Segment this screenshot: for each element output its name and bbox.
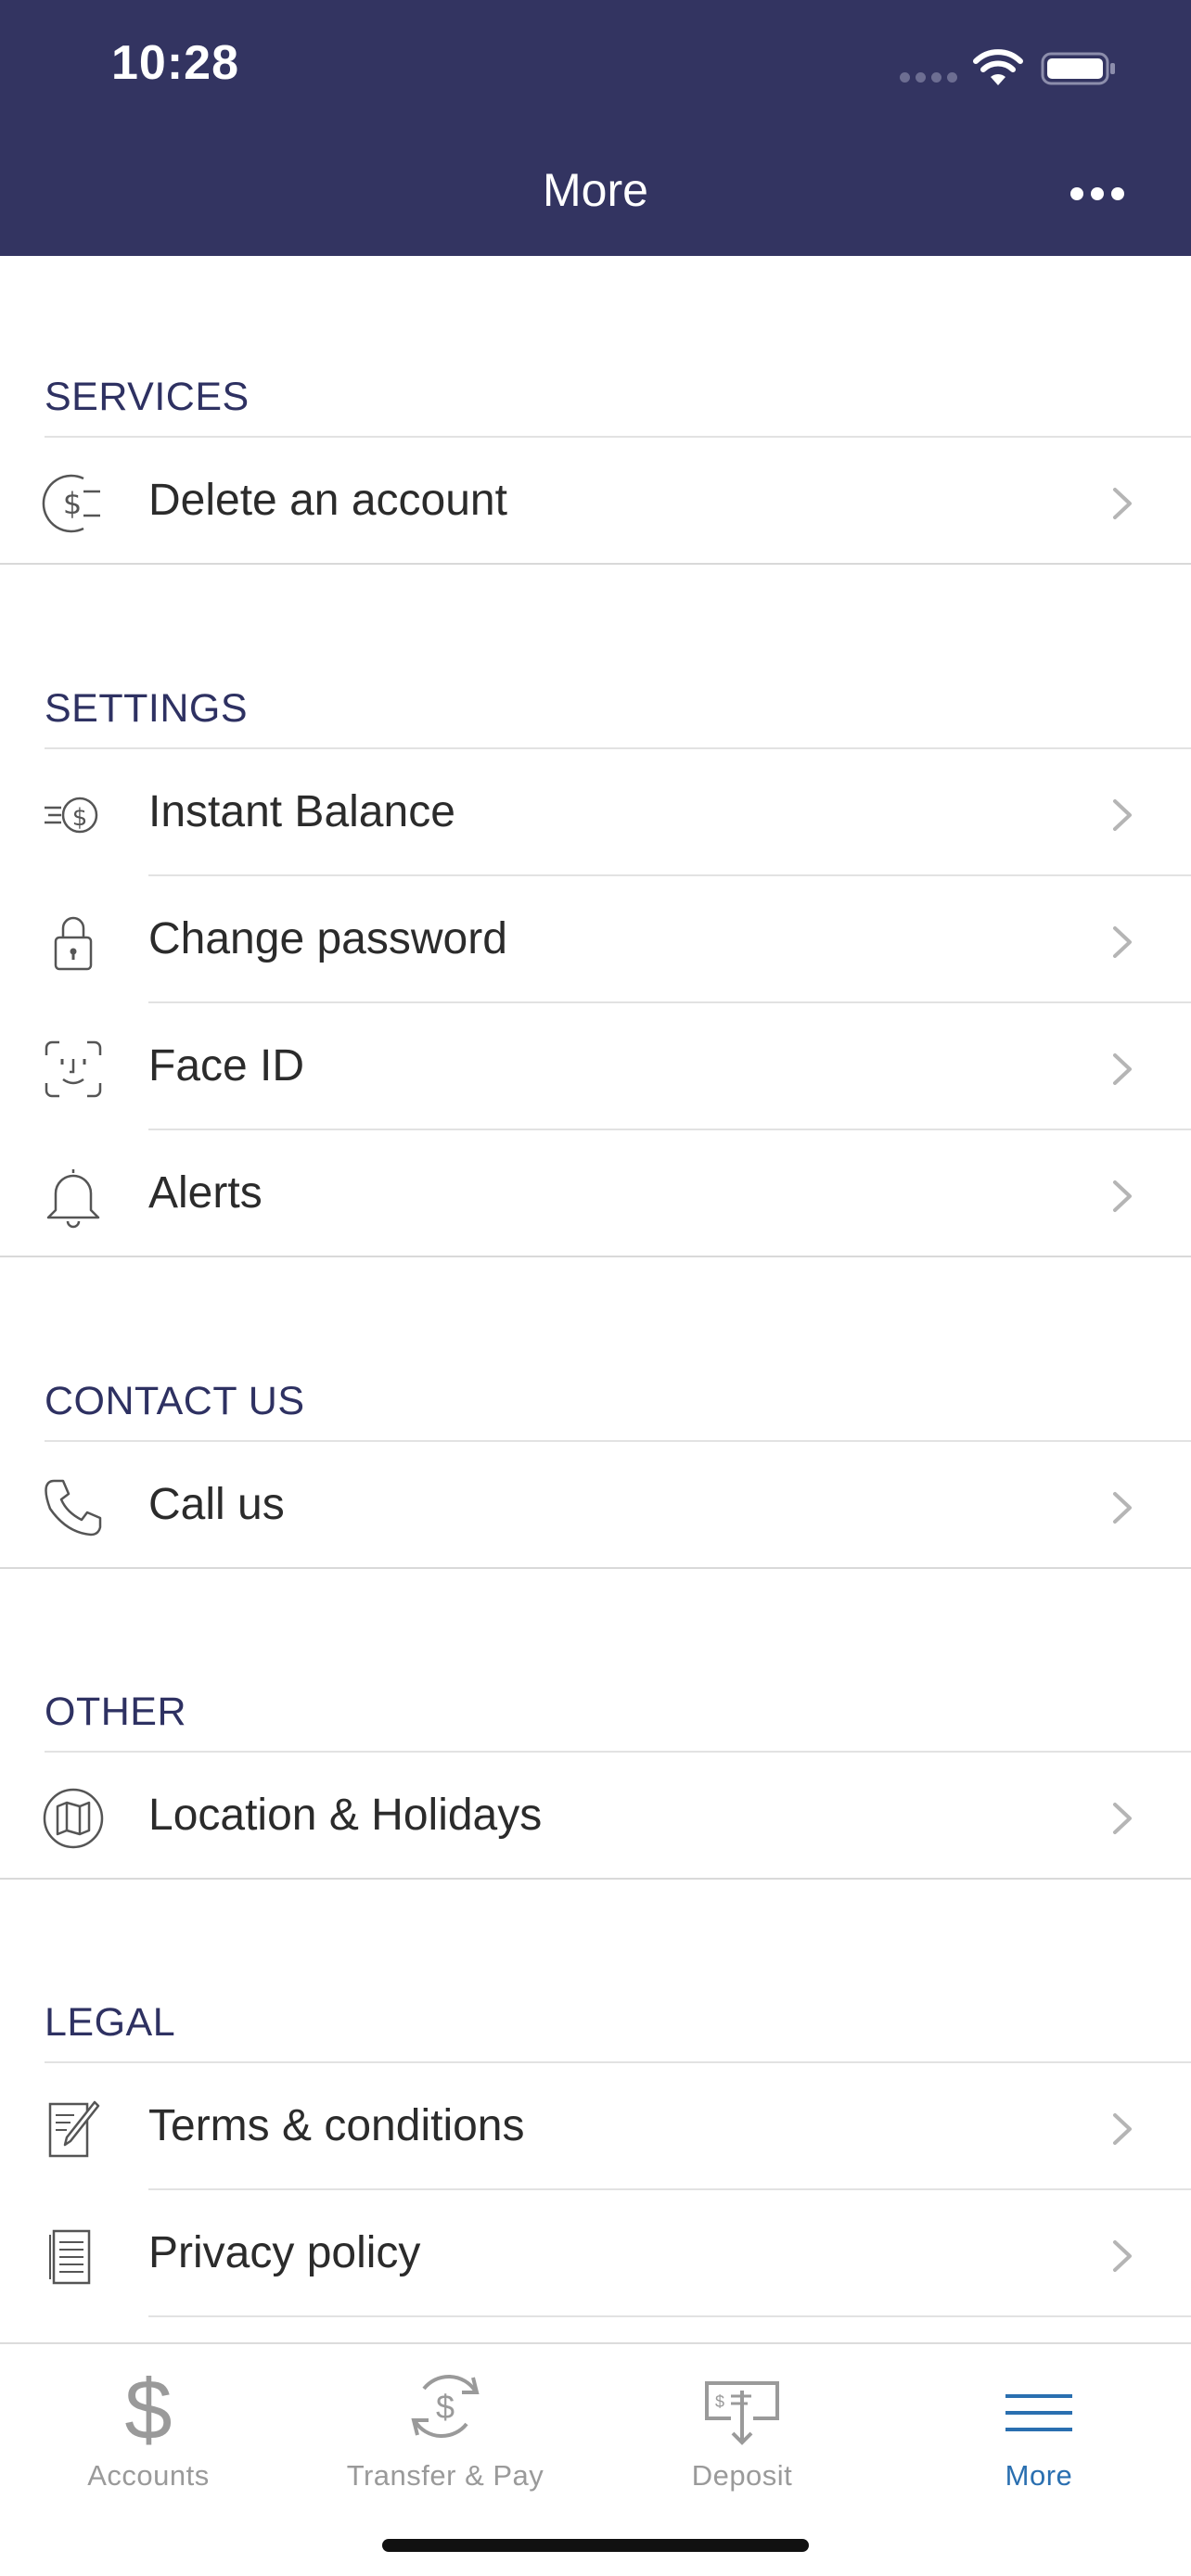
tab-label: Deposit: [691, 2459, 793, 2492]
status-time: 10:28: [111, 36, 239, 90]
document-pen-icon: [48, 2100, 100, 2158]
row-face-id[interactable]: Face ID: [0, 1003, 1191, 1130]
home-indicator[interactable]: [382, 2539, 809, 2552]
chevron-right-icon: [1113, 926, 1132, 958]
tab-deposit[interactable]: $ Deposit: [594, 2344, 890, 2530]
divider: [0, 563, 1191, 565]
section-title-legal: LEGAL: [45, 2000, 176, 2045]
section-title-other: OTHER: [45, 1690, 186, 1734]
row-delete-account[interactable]: $ Delete an account: [0, 438, 1191, 565]
divider: [148, 2315, 1191, 2317]
tab-label: Accounts: [87, 2459, 210, 2492]
chevron-right-icon: [1113, 1803, 1132, 1834]
row-label: Privacy policy: [148, 2228, 421, 2277]
divider: [0, 1256, 1191, 1257]
battery-icon: [1041, 52, 1115, 85]
svg-text:$: $: [63, 486, 82, 521]
row-label: Terms & conditions: [148, 2101, 525, 2150]
svg-text:$: $: [72, 804, 88, 832]
bell-icon: [46, 1169, 100, 1229]
row-label: Alerts: [148, 1168, 263, 1218]
wifi-icon: [973, 49, 1023, 85]
menu-icon: [1005, 2394, 1072, 2431]
row-alerts[interactable]: Alerts: [0, 1130, 1191, 1257]
row-label: Location & Holidays: [148, 1791, 543, 1840]
row-label: Face ID: [148, 1041, 305, 1090]
divider: [0, 1567, 1191, 1569]
section-title-settings: SETTINGS: [45, 686, 249, 731]
chevron-right-icon: [1113, 1180, 1132, 1212]
check-deposit-icon: $: [705, 2381, 779, 2445]
chevron-right-icon: [1113, 2113, 1132, 2145]
chevron-right-icon: [1113, 488, 1132, 519]
face-id-icon: [45, 1040, 102, 1098]
row-privacy-policy[interactable]: Privacy policy: [0, 2190, 1191, 2317]
row-location-holidays[interactable]: Location & Holidays: [0, 1753, 1191, 1880]
divider: [0, 1878, 1191, 1880]
tab-more[interactable]: More: [890, 2344, 1187, 2530]
row-label: Change password: [148, 914, 507, 963]
row-label: Call us: [148, 1480, 285, 1529]
tab-accounts[interactable]: $ Accounts: [0, 2344, 297, 2530]
row-call-us[interactable]: Call us: [0, 1442, 1191, 1569]
svg-text:$: $: [715, 2392, 724, 2411]
chevron-right-icon: [1113, 2240, 1132, 2272]
dollar-icon: $: [124, 2365, 172, 2448]
row-change-password[interactable]: Change password: [0, 876, 1191, 1003]
chevron-right-icon: [1113, 799, 1132, 831]
transfer-icon: $: [411, 2374, 480, 2439]
signal-icon: [900, 72, 959, 83]
section-title-services: SERVICES: [45, 375, 250, 419]
svg-text:$: $: [436, 2388, 455, 2426]
instant-balance-icon: $: [45, 797, 98, 834]
row-instant-balance[interactable]: $ Instant Balance: [0, 749, 1191, 876]
map-icon: [43, 1788, 104, 1849]
chevron-right-icon: [1113, 1053, 1132, 1085]
lock-icon: [54, 916, 93, 971]
row-label: Instant Balance: [148, 787, 455, 836]
header: 10:28 More: [0, 0, 1191, 256]
svg-text:$: $: [124, 2365, 172, 2448]
row-label: Delete an account: [148, 476, 507, 525]
tab-label: Transfer & Pay: [346, 2459, 544, 2492]
phone-icon: [45, 1479, 102, 1537]
tab-label: More: [1005, 2459, 1073, 2492]
more-options-icon[interactable]: [1065, 176, 1130, 210]
more-screen: 10:28 More SERVICES $ Delete an account …: [0, 0, 1191, 2576]
page-title: More: [543, 164, 648, 216]
chevron-right-icon: [1113, 1492, 1132, 1524]
tab-transfer-pay[interactable]: $ Transfer & Pay: [297, 2344, 594, 2530]
document-icon: [49, 2229, 91, 2285]
dollar-circle-icon: $: [42, 474, 100, 533]
row-terms-conditions[interactable]: Terms & conditions: [0, 2063, 1191, 2190]
section-title-contact: CONTACT US: [45, 1379, 305, 1423]
